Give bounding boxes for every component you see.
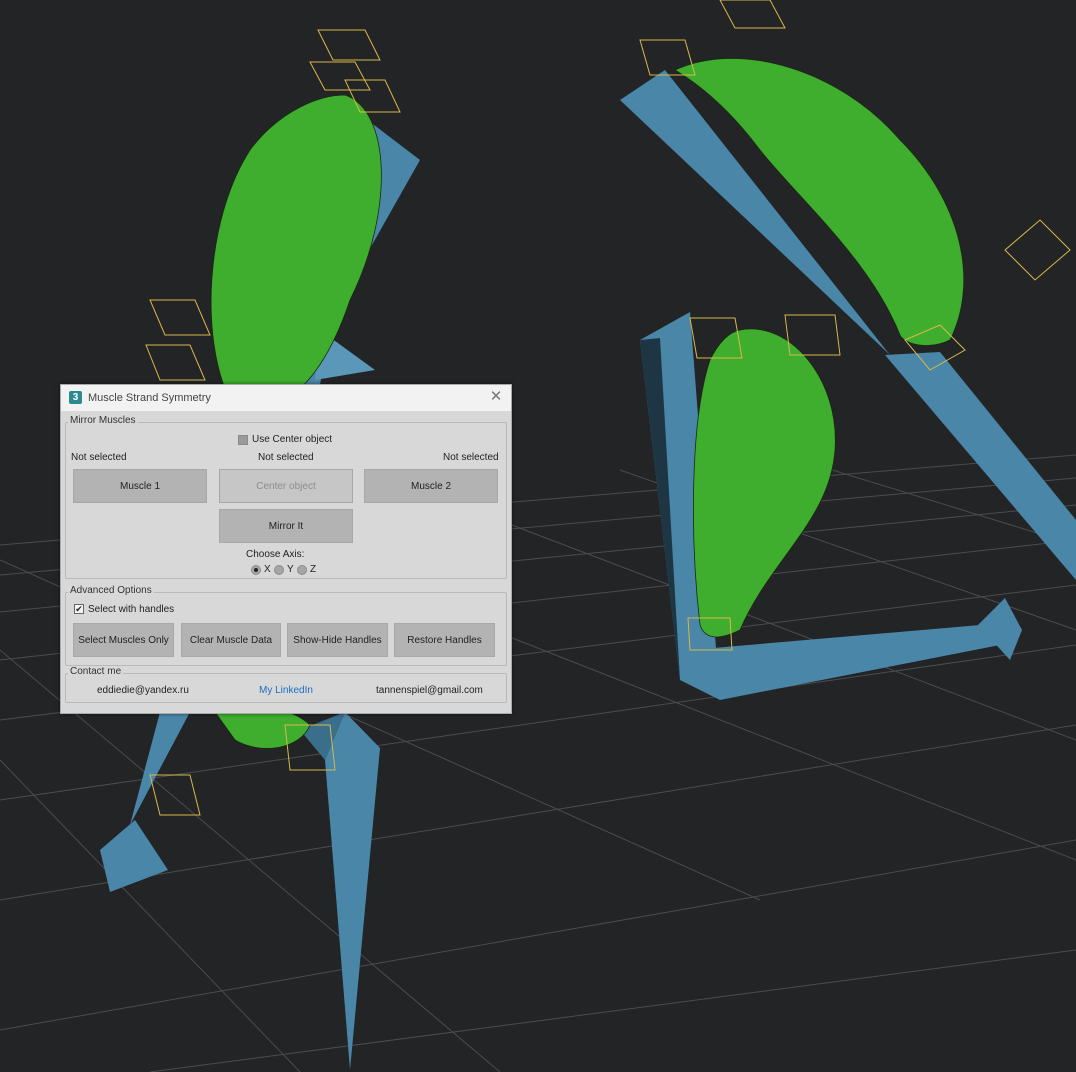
show-hide-handles-button[interactable]: Show-Hide Handles <box>287 623 388 657</box>
muscle-strand-symmetry-dialog: 3 Muscle Strand Symmetry ✕ Mirror Muscle… <box>60 384 512 714</box>
axis-x-radio[interactable] <box>251 565 261 575</box>
select-with-handles-checkbox[interactable]: ✔ <box>74 604 84 614</box>
axis-y-label: Y <box>287 564 294 575</box>
linkedin-link[interactable]: My LinkedIn <box>259 685 313 696</box>
mirror-muscles-label: Mirror Muscles <box>68 415 138 426</box>
select-muscles-only-button[interactable]: Select Muscles Only <box>73 623 174 657</box>
axis-z-label: Z <box>310 564 317 575</box>
3dsmax-app-icon: 3 <box>69 391 82 404</box>
use-center-object-checkbox[interactable] <box>238 435 248 445</box>
select-with-handles-label: Select with handles <box>88 604 175 615</box>
axis-x-label: X <box>264 564 271 575</box>
axis-z-radio[interactable] <box>297 565 307 575</box>
axis-y-radio[interactable] <box>274 565 284 575</box>
muscle-2-button[interactable]: Muscle 2 <box>364 469 498 503</box>
muscle-1-button[interactable]: Muscle 1 <box>73 469 207 503</box>
mirror-it-button[interactable]: Mirror It <box>219 509 353 543</box>
restore-handles-button[interactable]: Restore Handles <box>394 623 495 657</box>
use-center-object-label: Use Center object <box>252 434 333 445</box>
center-object-button[interactable]: Center object <box>219 469 353 503</box>
clear-muscle-data-button[interactable]: Clear Muscle Data <box>181 623 281 657</box>
center-object-status: Not selected <box>258 452 314 463</box>
muscle1-status: Not selected <box>71 452 127 463</box>
choose-axis-label: Choose Axis: <box>246 549 305 560</box>
title-bar[interactable]: 3 Muscle Strand Symmetry ✕ <box>61 385 511 411</box>
close-icon[interactable]: ✕ <box>487 388 505 406</box>
muscle2-status: Not selected <box>443 452 499 463</box>
email-gmail: tannenspiel@gmail.com <box>376 685 483 696</box>
window-title: Muscle Strand Symmetry <box>88 392 211 404</box>
contact-me-label: Contact me <box>68 666 124 677</box>
advanced-options-label: Advanced Options <box>68 585 154 596</box>
email-yandex: eddiedie@yandex.ru <box>97 685 189 696</box>
